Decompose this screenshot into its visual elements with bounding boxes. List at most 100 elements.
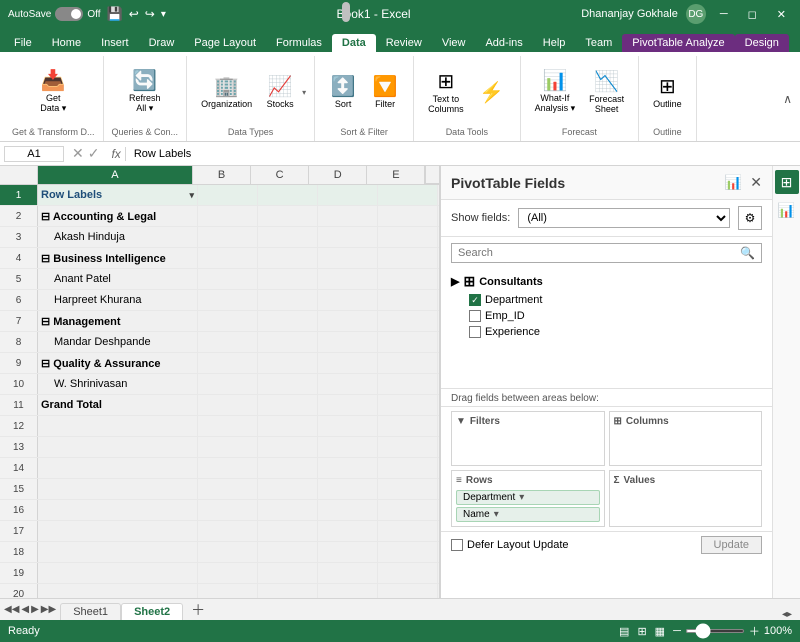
table-row[interactable]: 15 bbox=[0, 479, 439, 500]
cell-b11[interactable] bbox=[198, 395, 258, 415]
cell-e16[interactable] bbox=[378, 500, 438, 520]
tab-data[interactable]: Data bbox=[332, 34, 376, 52]
outline-button[interactable]: ⊞ Outline bbox=[647, 74, 688, 112]
cell-b6[interactable] bbox=[198, 290, 258, 310]
cell-c16[interactable] bbox=[258, 500, 318, 520]
cell-a7[interactable]: ⊟ Management bbox=[38, 311, 198, 331]
table-row[interactable]: 18 bbox=[0, 542, 439, 563]
sheet-nav-first[interactable]: ◀◀ bbox=[4, 604, 19, 615]
pivot-area-values[interactable]: Σ Values bbox=[609, 470, 763, 527]
restore-button[interactable]: ◻ bbox=[742, 6, 763, 23]
save-icon[interactable]: 💾 bbox=[107, 6, 123, 22]
cell-a1[interactable]: Row Labels▾ bbox=[38, 185, 198, 205]
cell-b13[interactable] bbox=[198, 437, 258, 457]
tab-file[interactable]: File bbox=[4, 34, 42, 52]
department-tag-dropdown[interactable]: ▾ bbox=[519, 492, 524, 503]
cell-a2[interactable]: ⊟ Accounting & Legal bbox=[38, 206, 198, 226]
pivot-settings-button[interactable]: ⚙ bbox=[738, 206, 762, 230]
cell-c20[interactable] bbox=[258, 584, 318, 598]
cell-e18[interactable] bbox=[378, 542, 438, 562]
tab-formulas[interactable]: Formulas bbox=[266, 34, 332, 52]
cell-a12[interactable] bbox=[38, 416, 198, 436]
autosave-toggle[interactable] bbox=[55, 7, 83, 21]
experience-checkbox[interactable] bbox=[469, 326, 481, 338]
emp-id-checkbox[interactable] bbox=[469, 310, 481, 322]
table-row[interactable]: 9 ⊟ Quality & Assurance bbox=[0, 353, 439, 374]
cell-e10[interactable] bbox=[378, 374, 438, 394]
cell-a19[interactable] bbox=[38, 563, 198, 583]
organization-button[interactable]: 🏢 Organization bbox=[195, 74, 258, 112]
table-row[interactable]: 16 bbox=[0, 500, 439, 521]
cell-b16[interactable] bbox=[198, 500, 258, 520]
customize-icon[interactable]: ▾ bbox=[161, 9, 166, 20]
pivot-area-rows[interactable]: ≡ Rows Department ▾ Name ▾ bbox=[451, 470, 605, 527]
col-header-b[interactable]: B bbox=[193, 166, 251, 184]
sheet-tab-sheet2[interactable]: Sheet2 bbox=[121, 603, 183, 620]
tab-review[interactable]: Review bbox=[376, 34, 432, 52]
cell-b10[interactable] bbox=[198, 374, 258, 394]
cell-b19[interactable] bbox=[198, 563, 258, 583]
get-data-button[interactable]: 📥 GetData ▾ bbox=[33, 68, 73, 117]
tab-addins[interactable]: Add-ins bbox=[475, 34, 532, 52]
tab-team[interactable]: Team bbox=[575, 34, 622, 52]
cell-b4[interactable] bbox=[198, 248, 258, 268]
cell-e9[interactable] bbox=[378, 353, 438, 373]
cell-b14[interactable] bbox=[198, 458, 258, 478]
sheet-nav-next[interactable]: ▶ bbox=[31, 604, 39, 615]
cell-c18[interactable] bbox=[258, 542, 318, 562]
zoom-in-button[interactable]: ＋ bbox=[749, 623, 760, 639]
cell-e2[interactable] bbox=[378, 206, 438, 226]
forecast-sheet-button[interactable]: 📉 ForecastSheet bbox=[583, 69, 630, 117]
pivot-fields-sidebar-button[interactable]: ⊞ bbox=[775, 170, 799, 194]
table-row[interactable]: 17 bbox=[0, 521, 439, 542]
table-row[interactable]: 20 bbox=[0, 584, 439, 598]
cell-e14[interactable] bbox=[378, 458, 438, 478]
cell-e20[interactable] bbox=[378, 584, 438, 598]
cell-b9[interactable] bbox=[198, 353, 258, 373]
cell-a20[interactable] bbox=[38, 584, 198, 598]
tab-design[interactable]: Design bbox=[735, 34, 789, 52]
table-row[interactable]: 11 Grand Total bbox=[0, 395, 439, 416]
cell-b2[interactable] bbox=[198, 206, 258, 226]
cell-c4[interactable] bbox=[258, 248, 318, 268]
table-row[interactable]: 1 Row Labels▾ bbox=[0, 185, 439, 206]
cell-e17[interactable] bbox=[378, 521, 438, 541]
cell-a5[interactable]: Anant Patel bbox=[38, 269, 198, 289]
cell-c1[interactable] bbox=[258, 185, 318, 205]
cell-a6[interactable]: Harpreet Khurana bbox=[38, 290, 198, 310]
table-row[interactable]: 8 Mandar Deshpande bbox=[0, 332, 439, 353]
redo-icon[interactable]: ↪ bbox=[145, 7, 155, 21]
page-layout-view-button[interactable]: ⊞ bbox=[637, 625, 646, 638]
department-checkbox[interactable]: ✓ bbox=[469, 294, 481, 306]
pivot-search-input[interactable] bbox=[458, 247, 740, 259]
name-box[interactable]: A1 bbox=[4, 146, 64, 162]
filter-button[interactable]: 🔽 Filter bbox=[365, 74, 405, 112]
cell-c3[interactable] bbox=[258, 227, 318, 247]
cell-e1[interactable] bbox=[378, 185, 438, 205]
cell-e3[interactable] bbox=[378, 227, 438, 247]
table-row[interactable]: 2 ⊟ Accounting & Legal bbox=[0, 206, 439, 227]
cell-e15[interactable] bbox=[378, 479, 438, 499]
normal-view-button[interactable]: ▤ bbox=[619, 625, 629, 638]
cell-a13[interactable] bbox=[38, 437, 198, 457]
col-header-a[interactable]: A bbox=[38, 166, 193, 184]
cell-c11[interactable] bbox=[258, 395, 318, 415]
cell-c6[interactable] bbox=[258, 290, 318, 310]
cell-c19[interactable] bbox=[258, 563, 318, 583]
cell-a8[interactable]: Mandar Deshpande bbox=[38, 332, 198, 352]
cell-a17[interactable] bbox=[38, 521, 198, 541]
update-button[interactable]: Update bbox=[701, 536, 762, 554]
tab-home[interactable]: Home bbox=[42, 34, 91, 52]
table-row[interactable]: 10 W. Shrinivasan bbox=[0, 374, 439, 395]
cell-b3[interactable] bbox=[198, 227, 258, 247]
cell-b7[interactable] bbox=[198, 311, 258, 331]
table-row[interactable]: 12 bbox=[0, 416, 439, 437]
cell-b8[interactable] bbox=[198, 332, 258, 352]
sheet-nav-prev[interactable]: ◀ bbox=[21, 604, 29, 615]
table-row[interactable]: 14 bbox=[0, 458, 439, 479]
rows-tag-name[interactable]: Name ▾ bbox=[456, 507, 600, 522]
cell-c9[interactable] bbox=[258, 353, 318, 373]
table-row[interactable]: 5 Anant Patel bbox=[0, 269, 439, 290]
cell-c5[interactable] bbox=[258, 269, 318, 289]
cell-a14[interactable] bbox=[38, 458, 198, 478]
